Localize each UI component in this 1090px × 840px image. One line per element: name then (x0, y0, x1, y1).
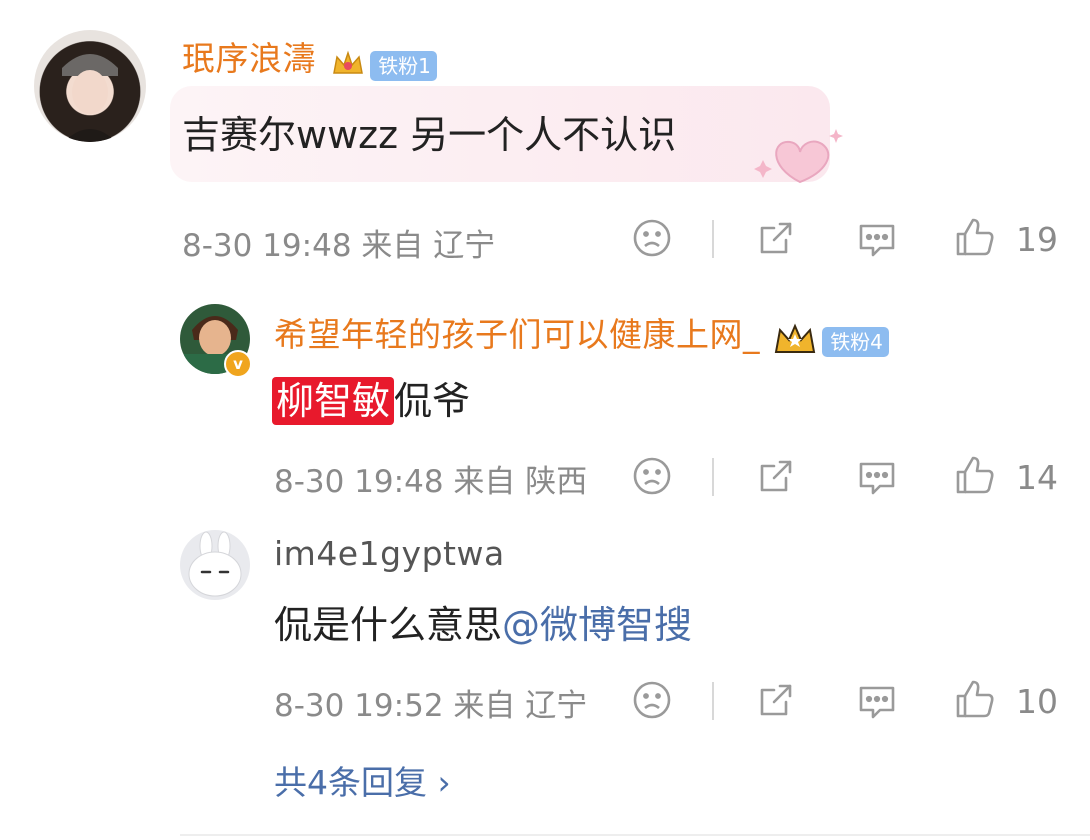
share-icon[interactable] (756, 680, 796, 724)
sad-face-icon[interactable] (632, 456, 672, 500)
fan-badge: 铁粉4 (822, 326, 889, 357)
crown-icon (773, 322, 817, 362)
share-icon[interactable] (756, 218, 796, 262)
mention-link[interactable]: @微博智搜 (502, 603, 692, 647)
divider (712, 220, 714, 258)
comment-header: 希望年轻的孩子们可以健康上网_ 铁粉4 (274, 308, 889, 362)
like-icon[interactable] (954, 454, 996, 500)
username[interactable]: im4e1gyptwa (274, 534, 505, 573)
divider (180, 834, 1090, 836)
sad-face-icon[interactable] (632, 680, 672, 724)
like-count: 10 (1016, 682, 1058, 721)
comment-icon[interactable] (856, 218, 898, 264)
crown-icon (331, 49, 365, 83)
username[interactable]: 珉序浪濤 (182, 39, 316, 78)
verified-badge-icon: v (224, 350, 252, 378)
comment-text: 侃是什么意思@微博智搜 (274, 603, 693, 647)
like-count: 19 (1016, 220, 1058, 259)
highlight-tag[interactable]: 柳智敏 (272, 377, 395, 425)
like-icon[interactable] (954, 678, 996, 724)
share-icon[interactable] (756, 456, 796, 500)
sad-face-icon[interactable] (632, 218, 672, 262)
username[interactable]: 希望年轻的孩子们可以健康上网_ (274, 315, 760, 354)
comment-meta: 8-30 19:48 来自 辽宁 (182, 228, 496, 264)
comment-header: 珉序浪濤 铁粉1 (182, 32, 437, 83)
divider (712, 682, 714, 720)
comment-meta: 8-30 19:52 来自 辽宁 (274, 688, 588, 724)
like-count: 14 (1016, 458, 1058, 497)
comment-icon[interactable] (856, 680, 898, 726)
avatar[interactable] (180, 530, 250, 600)
divider (712, 458, 714, 496)
more-replies-link[interactable]: 共4条回复 › (274, 756, 451, 804)
fan-badge: 铁粉1 (370, 50, 437, 81)
avatar[interactable] (34, 30, 146, 142)
comment-icon[interactable] (856, 456, 898, 502)
comment-text: 吉赛尔wwzz 另一个人不认识 (182, 113, 677, 157)
heart-decoration-icon (750, 126, 846, 194)
like-icon[interactable] (954, 216, 996, 262)
comment-text: 柳智敏 侃爷 (272, 370, 470, 425)
comment-meta: 8-30 19:48 来自 陕西 (274, 464, 588, 500)
